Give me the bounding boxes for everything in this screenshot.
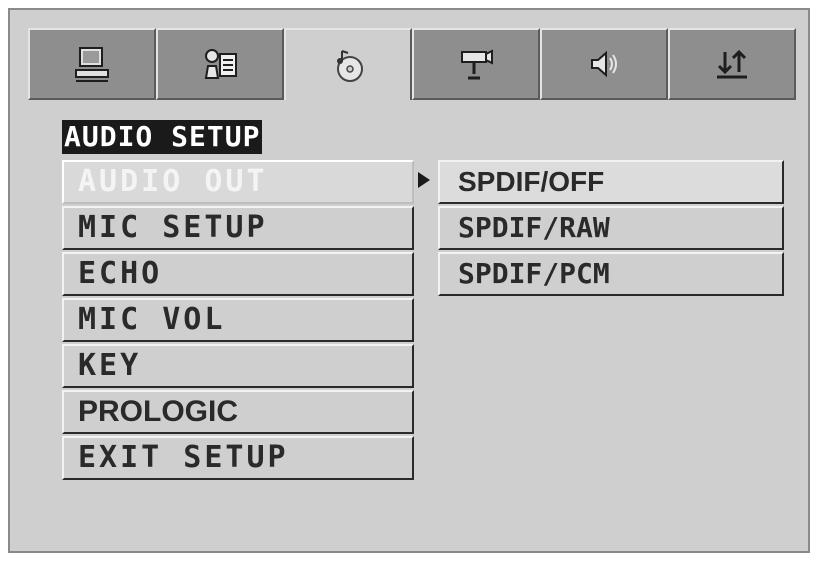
language-icon (204, 49, 237, 79)
sort-arrows-icon (717, 49, 747, 79)
menu-item-audio-out[interactable]: AUDIO OUT (62, 160, 414, 204)
menu-item-mic-setup[interactable]: MIC SETUP (62, 206, 414, 250)
monitor-icon (75, 47, 109, 82)
audio-disc-icon (337, 50, 363, 82)
menu-item-echo[interactable]: ECHO (62, 252, 414, 296)
menu-item-prologic[interactable]: PROLOGIC (62, 390, 414, 434)
video-camera-icon (461, 49, 493, 80)
setup-screen: AUDIO SETUP AUDIO OUT MIC SETUP ECHO MIC… (8, 8, 810, 553)
tab-speaker[interactable] (540, 28, 668, 100)
speaker-icon (591, 50, 617, 78)
tab-bar (28, 28, 796, 100)
tab-preferences[interactable] (668, 28, 796, 100)
tab-general[interactable] (28, 28, 156, 100)
menu-item-key[interactable]: KEY (62, 344, 414, 388)
audio-out-submenu: SPDIF/OFF SPDIF/RAW SPDIF/PCM (438, 160, 784, 298)
menu-item-exit-setup[interactable]: EXIT SETUP (62, 436, 414, 480)
option-spdif-pcm[interactable]: SPDIF/PCM (438, 252, 784, 296)
tab-language[interactable] (156, 28, 284, 100)
section-title: AUDIO SETUP (62, 120, 263, 154)
submenu-pointer-icon (418, 172, 430, 188)
menu-item-mic-vol[interactable]: MIC VOL (62, 298, 414, 342)
tab-audio[interactable] (284, 28, 412, 100)
option-spdif-raw[interactable]: SPDIF/RAW (438, 206, 784, 250)
option-spdif-off[interactable]: SPDIF/OFF (438, 160, 784, 204)
tab-video[interactable] (412, 28, 540, 100)
audio-menu: AUDIO OUT MIC SETUP ECHO MIC VOL KEY PRO… (62, 160, 414, 482)
